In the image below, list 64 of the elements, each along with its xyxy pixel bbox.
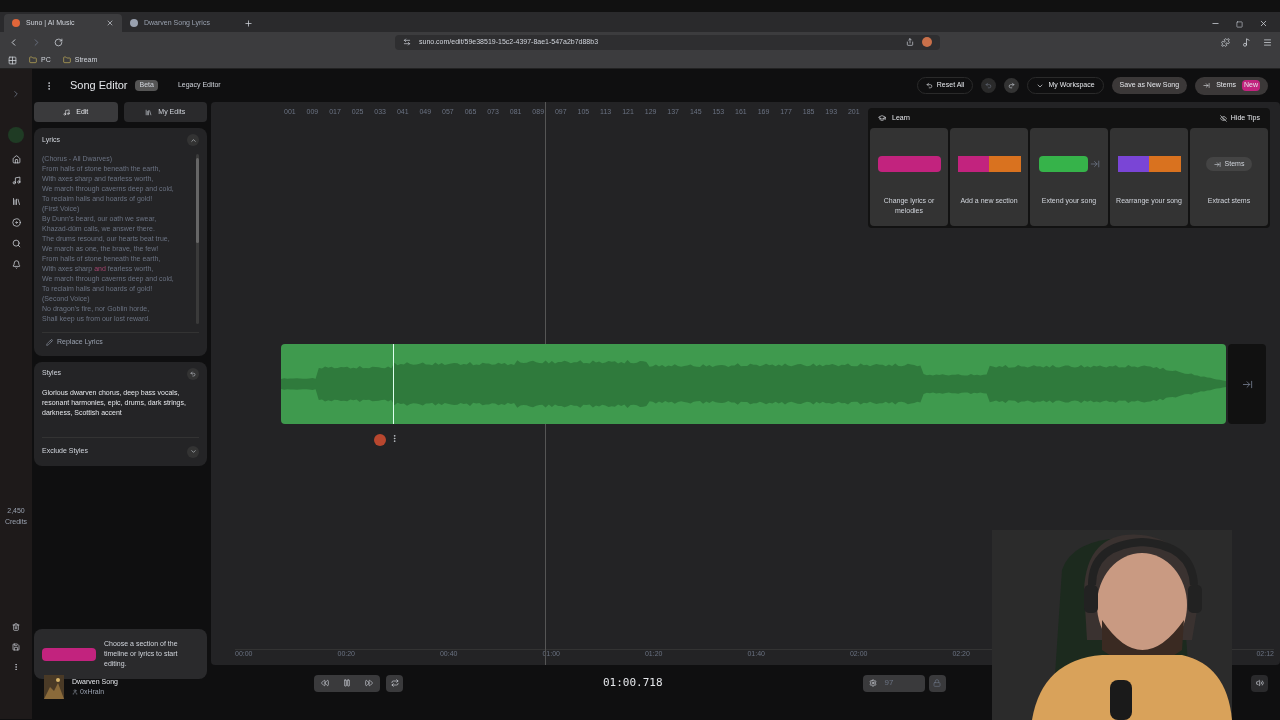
loop-button[interactable] xyxy=(386,674,403,692)
lock-icon xyxy=(933,679,942,687)
expand-button[interactable] xyxy=(187,445,199,458)
playback-time: 01:00.718 xyxy=(603,674,663,691)
record-button[interactable] xyxy=(374,434,386,446)
maximize-icon[interactable] xyxy=(1236,21,1243,28)
home-icon[interactable] xyxy=(11,155,21,164)
pause-icon xyxy=(343,679,351,687)
folder-icon xyxy=(62,56,71,64)
undo-icon xyxy=(985,82,993,89)
logo-icon xyxy=(8,127,24,143)
extension-icon xyxy=(922,37,932,47)
trash-icon[interactable] xyxy=(12,623,20,631)
explore-icon[interactable] xyxy=(11,218,21,227)
pencil-icon xyxy=(46,338,53,346)
site-icon xyxy=(130,19,138,27)
music-note-icon xyxy=(63,108,71,116)
reset-styles-button[interactable] xyxy=(187,367,199,380)
more-icon[interactable] xyxy=(390,434,399,443)
share-icon xyxy=(906,38,914,46)
song-clip[interactable] xyxy=(281,344,1226,424)
extend-icon xyxy=(1241,378,1253,390)
close-icon[interactable] xyxy=(106,19,114,27)
stems-icon xyxy=(1213,160,1221,168)
undo-icon xyxy=(925,82,933,89)
lock-button[interactable] xyxy=(928,674,946,692)
user-icon xyxy=(72,689,78,696)
forward-button[interactable] xyxy=(358,674,380,692)
create-icon[interactable] xyxy=(11,176,21,185)
menu-icon[interactable] xyxy=(1263,37,1272,47)
apps-icon[interactable] xyxy=(8,55,17,65)
reload-icon[interactable] xyxy=(54,37,63,47)
eye-off-icon xyxy=(1219,114,1227,122)
learn-icon xyxy=(878,114,886,122)
bell-icon[interactable] xyxy=(11,260,21,269)
chevron-down-icon xyxy=(189,448,197,455)
stems-icon xyxy=(1203,82,1211,89)
site-icon xyxy=(12,19,20,27)
extend-icon xyxy=(1089,159,1100,169)
more-icon[interactable] xyxy=(12,663,20,671)
chevron-up-icon xyxy=(189,136,197,144)
volume-icon xyxy=(1255,679,1264,687)
new-tab-icon[interactable] xyxy=(244,19,253,28)
page-title: Song Editor xyxy=(70,78,128,94)
redo-button[interactable] xyxy=(1004,78,1020,93)
collapse-button[interactable] xyxy=(187,134,199,146)
rewind-button[interactable] xyxy=(314,674,336,692)
gear-icon[interactable] xyxy=(868,679,877,687)
extensions-icon[interactable] xyxy=(1221,37,1230,47)
rewind-icon xyxy=(321,679,329,687)
section-bar xyxy=(42,647,96,661)
loop-icon xyxy=(390,679,399,687)
library-icon[interactable] xyxy=(11,197,21,206)
close-icon[interactable] xyxy=(1259,19,1268,28)
music-icon[interactable] xyxy=(1242,37,1251,47)
folder-icon xyxy=(29,56,37,64)
site-settings-icon xyxy=(403,38,411,46)
search-icon[interactable] xyxy=(11,239,21,248)
redo-icon xyxy=(1008,82,1016,89)
save-icon[interactable] xyxy=(12,643,20,651)
library-icon xyxy=(145,108,153,116)
undo-icon xyxy=(190,370,196,377)
fast-forward-icon xyxy=(365,679,373,687)
volume-button[interactable] xyxy=(1251,674,1268,692)
